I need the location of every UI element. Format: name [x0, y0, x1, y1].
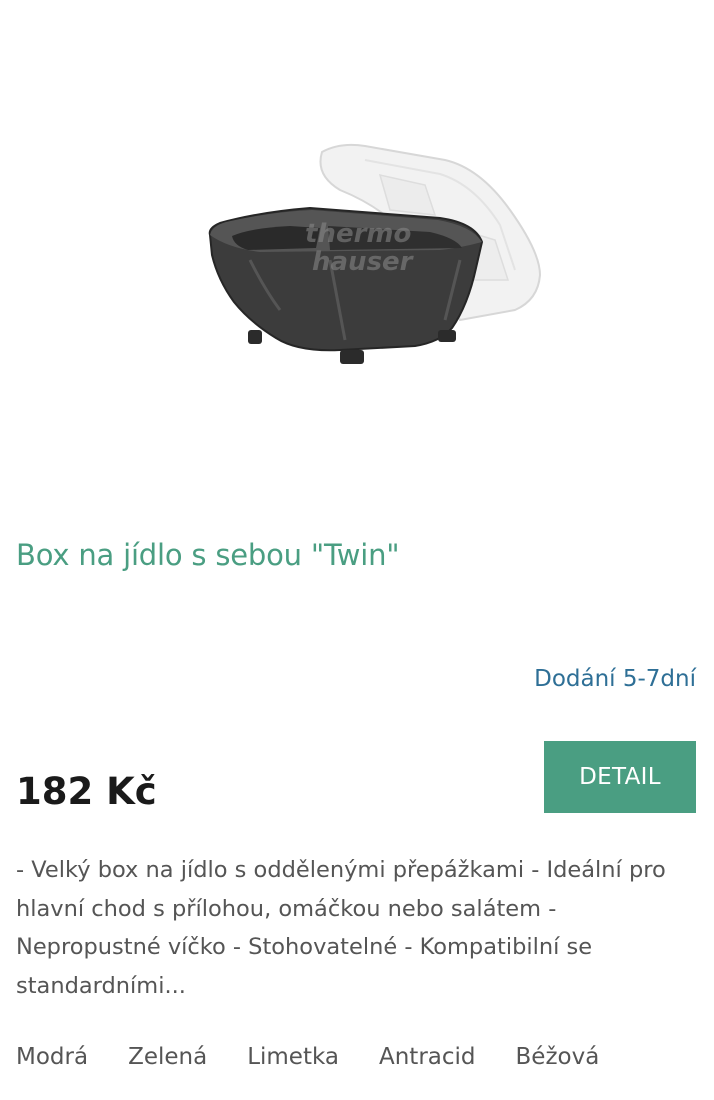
food-box-illustration: thermo hauser	[208, 143, 542, 364]
product-description: - Velký box na jídlo s oddělenými přepáž…	[16, 857, 666, 999]
watermark-logo: thermo	[305, 219, 411, 249]
color-option-bezova[interactable]: Béžová	[516, 1044, 600, 1070]
svg-text:hauser: hauser	[312, 247, 415, 277]
color-options: Modrá Zelená Limetka Antracid Béžová	[16, 1044, 639, 1070]
color-option-modra[interactable]: Modrá	[16, 1044, 88, 1070]
product-price: 182 Kč	[16, 770, 157, 813]
product-image[interactable]: thermo hauser	[190, 130, 560, 390]
product-title[interactable]: Box na jídlo s sebou "Twin"	[16, 538, 400, 572]
color-option-limetka[interactable]: Limetka	[247, 1044, 339, 1070]
detail-button[interactable]: DETAIL	[544, 741, 696, 813]
color-option-antracid[interactable]: Antracid	[379, 1044, 476, 1070]
delivery-time: Dodání 5-7dní	[534, 666, 696, 692]
color-option-zelena[interactable]: Zelená	[128, 1044, 207, 1070]
